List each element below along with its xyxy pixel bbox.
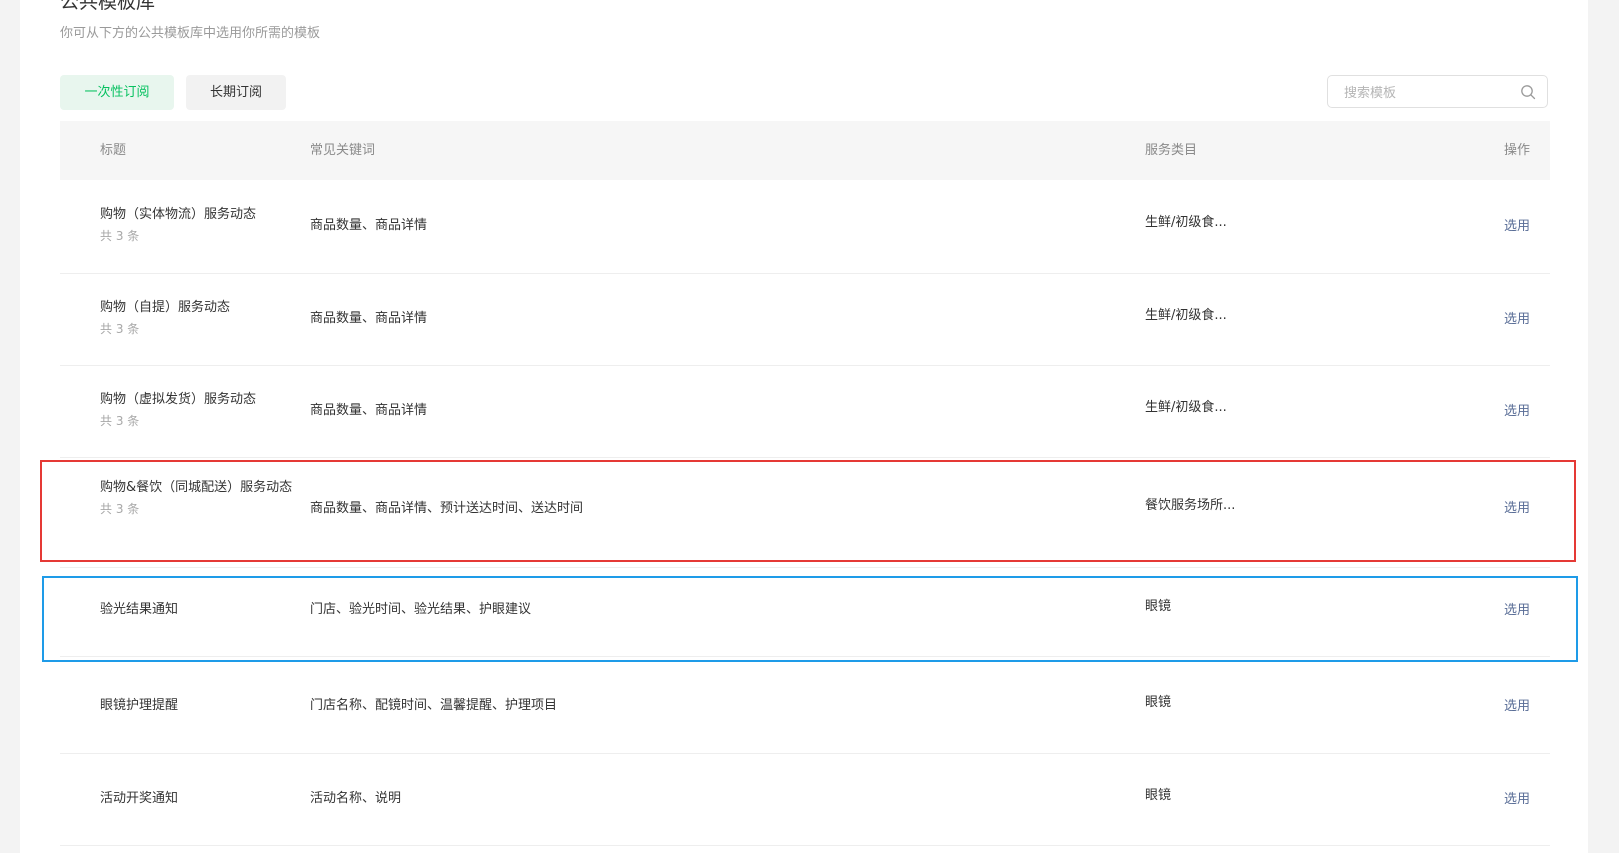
select-button[interactable]: 选用 <box>1504 790 1530 810</box>
row-category: 生鲜/初级食... <box>1145 308 1227 323</box>
row-keywords: 活动名称、说明 <box>310 791 402 806</box>
table-row: 购物（虚拟发货）服务动态 共 3 条 商品数量、商品详情 生鲜/初级食... 选… <box>60 365 1550 458</box>
row-keywords: 商品数量、商品详情 <box>310 403 428 418</box>
select-button[interactable]: 选用 <box>1504 499 1530 519</box>
search-input[interactable] <box>1342 83 1516 103</box>
tab-long-term-subscription[interactable]: 长期订阅 <box>186 75 286 110</box>
table-row: 购物（实体物流）服务动态 共 3 条 商品数量、商品详情 生鲜/初级食... 选… <box>60 180 1550 274</box>
row-count: 共 3 条 <box>100 229 140 243</box>
select-button[interactable]: 选用 <box>1504 310 1530 330</box>
table-row: 购物&餐饮（同城配送）服务动态 共 3 条 商品数量、商品详情、预计送达时间、送… <box>60 457 1550 568</box>
row-title: 购物&餐饮（同城配送）服务动态 <box>100 480 293 495</box>
select-button[interactable]: 选用 <box>1504 402 1530 422</box>
row-keywords: 商品数量、商品详情、预计送达时间、送达时间 <box>310 501 584 516</box>
select-button[interactable]: 选用 <box>1504 601 1530 621</box>
row-keywords: 门店、验光时间、验光结果、护眼建议 <box>310 602 532 617</box>
select-button[interactable]: 选用 <box>1504 697 1530 717</box>
column-header-category: 服务类目 <box>1145 143 1198 158</box>
column-header-keywords: 常见关键词 <box>310 143 376 158</box>
row-title: 购物（虚拟发货）服务动态 <box>100 392 257 407</box>
row-keywords: 商品数量、商品详情 <box>310 311 428 326</box>
row-category: 生鲜/初级食... <box>1145 215 1227 230</box>
row-category: 生鲜/初级食... <box>1145 400 1227 415</box>
column-header-action: 操作 <box>1504 143 1531 158</box>
table-row: 活动开奖通知 活动名称、说明 眼镜 选用 <box>60 753 1550 846</box>
row-category: 眼镜 <box>1145 788 1172 803</box>
search-icon[interactable] <box>1520 84 1536 100</box>
column-header-title: 标题 <box>100 143 127 158</box>
table-header: 标题 常见关键词 服务类目 操作 <box>60 121 1550 180</box>
row-keywords: 商品数量、商品详情 <box>310 218 428 233</box>
page-title: 公共模板库 <box>60 0 156 13</box>
search-box[interactable] <box>1327 75 1548 108</box>
table-row: 购物（自提）服务动态 共 3 条 商品数量、商品详情 生鲜/初级食... 选用 <box>60 273 1550 366</box>
row-keywords: 门店名称、配镜时间、温馨提醒、护理项目 <box>310 698 558 713</box>
tab-one-time-subscription[interactable]: 一次性订阅 <box>60 75 174 110</box>
row-category: 餐饮服务场所... <box>1145 498 1236 513</box>
row-category: 眼镜 <box>1145 695 1172 710</box>
row-count: 共 3 条 <box>100 414 140 428</box>
row-count: 共 3 条 <box>100 502 140 516</box>
table-row: 眼镜护理提醒 门店名称、配镜时间、温馨提醒、护理项目 眼镜 选用 <box>60 656 1550 754</box>
page-subtitle: 你可从下方的公共模板库中选用你所需的模板 <box>60 26 321 41</box>
table-row: 验光结果通知 门店、验光时间、验光结果、护眼建议 眼镜 选用 <box>60 567 1550 657</box>
row-title: 眼镜护理提醒 <box>100 698 179 713</box>
row-category: 眼镜 <box>1145 599 1172 614</box>
select-button[interactable]: 选用 <box>1504 217 1530 237</box>
row-title: 验光结果通知 <box>100 602 179 617</box>
row-title: 购物（自提）服务动态 <box>100 300 231 315</box>
row-title: 活动开奖通知 <box>100 791 179 806</box>
row-count: 共 3 条 <box>100 322 140 336</box>
row-title: 购物（实体物流）服务动态 <box>100 207 257 222</box>
